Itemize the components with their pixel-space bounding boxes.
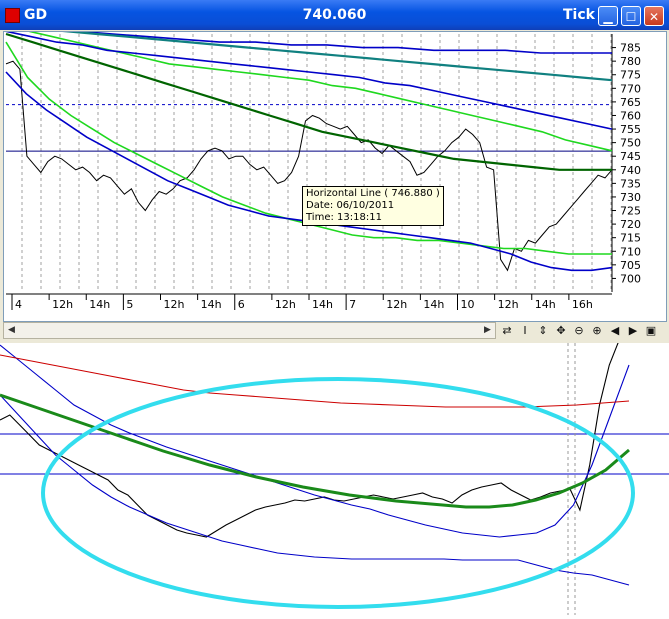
y-tick-label: 740 (620, 164, 641, 177)
x-tick-label: 12h (275, 298, 296, 311)
y-tick-label: 705 (620, 259, 641, 272)
y-tick-label: 725 (620, 205, 641, 218)
x-tick-label: 10 (461, 298, 475, 311)
x-tick-label: 6 (238, 298, 245, 311)
title-bar[interactable]: GD 740.060 Tick ▁ ☐ ✕ (0, 0, 669, 30)
y-tick-label: 755 (620, 123, 641, 136)
y-tick-label: 775 (620, 69, 641, 82)
y-tick-label: 710 (620, 245, 641, 258)
y-tick-label: 770 (620, 82, 641, 95)
price-chart-panel[interactable]: 700 705 710 715 720 725 730 735 740 745 750 755 760 7… (3, 24, 667, 322)
x-tick-label: 7 (349, 298, 356, 311)
zoom-out-icon[interactable]: ⊖ (572, 323, 586, 338)
x-tick-label: 4 (15, 298, 22, 311)
move-icon[interactable]: ✥ (554, 323, 568, 338)
y-tick-label: 765 (620, 96, 641, 109)
vertical-scale-icon[interactable]: ⇕ (536, 323, 550, 338)
x-tick-label: 14h (535, 298, 556, 311)
scroll-left-arrow-icon[interactable]: ◀ (4, 323, 19, 338)
horizontal-scrollbar[interactable]: ◀ ▶ (3, 322, 496, 339)
y-tick-label: 785 (620, 42, 641, 55)
tooltip-time: Time: 13:18:11 (306, 212, 382, 223)
horizontal-line-tooltip: Horizontal Line ( 746.880 ) Date: 06/10/… (302, 186, 444, 226)
y-tick-label: 715 (620, 232, 641, 245)
y-tick-label: 735 (620, 177, 641, 190)
zoomed-chart-panel (0, 324, 669, 615)
cursor-icon[interactable]: I (518, 323, 532, 338)
tooltip-date: Date: 06/10/2011 (306, 200, 395, 211)
x-tick-label: 12h (164, 298, 185, 311)
y-tick-label: 750 (620, 137, 641, 150)
scroll-right-arrow-icon[interactable]: ▶ (480, 323, 495, 338)
minimize-button[interactable]: ▁ (598, 6, 618, 26)
x-tick-label: 12h (498, 298, 519, 311)
scroll-left-icon[interactable]: ◀ (608, 323, 622, 338)
y-tick-label: 745 (620, 150, 641, 163)
close-icon: ✕ (648, 10, 660, 24)
scroll-right-icon[interactable]: ▶ (626, 323, 640, 338)
close-button[interactable]: ✕ (644, 6, 664, 26)
x-tick-label: 5 (126, 298, 133, 311)
minimize-icon: ▁ (603, 10, 613, 24)
x-tick-label: 12h (386, 298, 407, 311)
zoomed-chart (0, 324, 669, 615)
zoom-background (0, 343, 669, 615)
chart-toolbar: ⇄ I ⇕ ✥ ⊖ ⊕ ◀ ▶ ▣ (500, 322, 666, 339)
y-tick-label: 730 (620, 191, 641, 204)
x-tick-label: 14h (423, 298, 444, 311)
x-tick-label: 14h (312, 298, 333, 311)
maximize-button[interactable]: ☐ (621, 6, 641, 26)
y-tick-label: 700 (620, 272, 641, 285)
x-tick-label: 12h (52, 298, 73, 311)
chart-mode-label: Tick (563, 7, 595, 23)
zoom-in-icon[interactable]: ⊕ (590, 323, 604, 338)
tooltip-line-value: Horizontal Line ( 746.880 ) (306, 188, 440, 199)
chart-window: GD 740.060 Tick ▁ ☐ ✕ 700 705 710 715 720 725… (0, 0, 669, 343)
y-tick-label: 760 (620, 109, 641, 122)
y-tick-label: 720 (620, 218, 641, 231)
y-tick-label: 780 (620, 55, 641, 68)
x-tick-label: 14h (201, 298, 222, 311)
price-chart[interactable]: 7007057107157207257307357407457507557607… (4, 24, 666, 321)
x-tick-label: 14h (89, 298, 110, 311)
refresh-icon[interactable]: ⇄ (500, 323, 514, 338)
maximize-icon: ☐ (625, 10, 637, 24)
panel-icon[interactable]: ▣ (644, 323, 658, 338)
x-tick-label: 16h (572, 298, 593, 311)
